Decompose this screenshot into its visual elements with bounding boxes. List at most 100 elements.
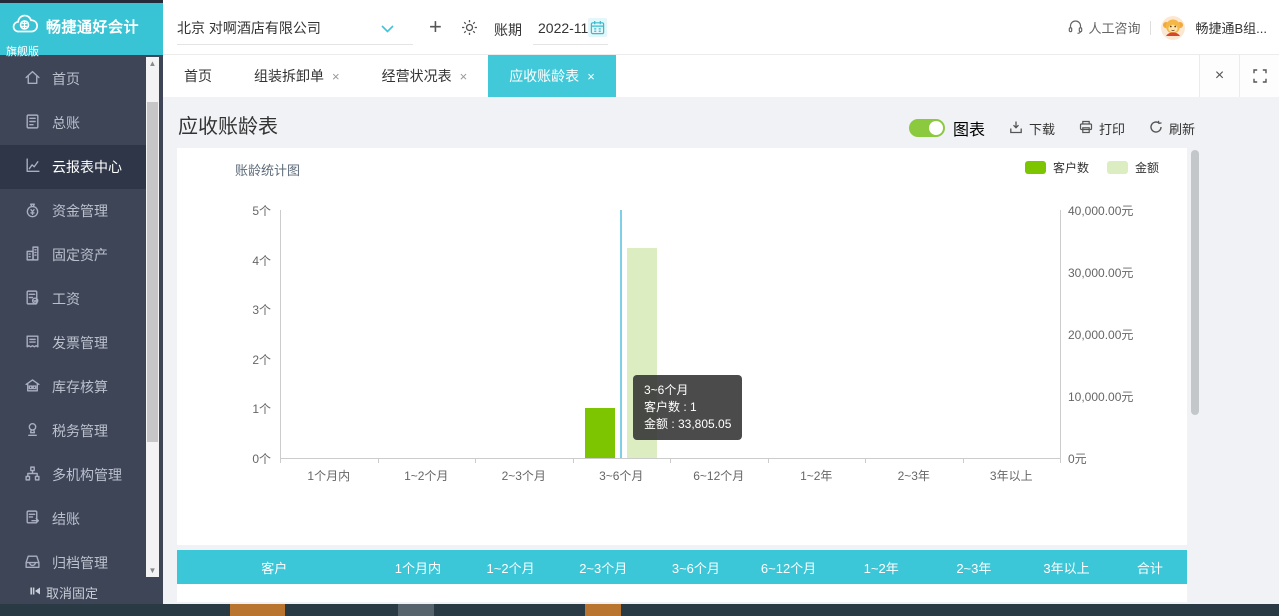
report-center-icon bbox=[24, 157, 41, 177]
add-button[interactable]: + bbox=[429, 14, 442, 40]
sidebar-item-label: 固定资产 bbox=[52, 247, 108, 263]
sidebar-item-总账[interactable]: 总账 bbox=[0, 101, 146, 145]
sidebar-item-发票管理[interactable]: 发票管理 bbox=[0, 321, 146, 365]
tabs: 首页 组装拆卸单 × 经营状况表 × 应收账龄表 × bbox=[163, 55, 616, 97]
sidebar-scroll-thumb[interactable] bbox=[147, 102, 158, 442]
scroll-down-icon[interactable]: ▼ bbox=[146, 564, 159, 577]
avatar[interactable] bbox=[1161, 15, 1186, 40]
table-header-1~2年[interactable]: 1~2年 bbox=[835, 558, 928, 577]
company-name: 北京 对啊酒店有限公司 bbox=[177, 20, 321, 36]
sidebar-item-库存核算[interactable]: 库存核算 bbox=[0, 365, 146, 409]
divider bbox=[1150, 20, 1152, 35]
table-body bbox=[177, 584, 1187, 602]
sidebar-item-工资[interactable]: 工资 bbox=[0, 277, 146, 321]
y-axis-right-tick: 0元 bbox=[1068, 452, 1087, 466]
tooltip-title: 3~6个月 bbox=[644, 383, 689, 397]
x-axis-label: 3年以上 bbox=[989, 469, 1033, 483]
x-axis-tick bbox=[475, 458, 476, 463]
sidebar-item-云报表中心[interactable]: 云报表中心 bbox=[0, 145, 146, 189]
tab-经营状况表[interactable]: 经营状况表 × bbox=[361, 55, 489, 97]
tab-close-icon[interactable]: × bbox=[460, 69, 468, 84]
scroll-up-icon[interactable]: ▲ bbox=[146, 57, 159, 70]
company-selector[interactable]: 北京 对啊酒店有限公司 bbox=[177, 18, 394, 38]
sidebar-item-label: 税务管理 bbox=[52, 423, 108, 439]
tab-组装拆卸单[interactable]: 组装拆卸单 × bbox=[233, 55, 361, 97]
sidebar-item-label: 云报表中心 bbox=[52, 159, 122, 175]
table-header-1个月内[interactable]: 1个月内 bbox=[372, 558, 465, 577]
x-axis-tick bbox=[767, 458, 769, 463]
print-button[interactable]: 打印 bbox=[1079, 119, 1125, 138]
unpin-sidebar-button[interactable]: 取消固定 bbox=[0, 583, 163, 602]
sidebar-item-多机构管理[interactable]: 多机构管理 bbox=[0, 453, 146, 497]
headset-icon bbox=[1068, 19, 1083, 37]
calendar-icon[interactable] bbox=[588, 18, 607, 37]
tab-首页[interactable]: 首页 bbox=[163, 55, 233, 97]
ledger-icon bbox=[24, 113, 41, 133]
fullscreen-icon[interactable] bbox=[1239, 55, 1279, 97]
tab-close-icon[interactable]: × bbox=[332, 69, 340, 84]
username[interactable]: 畅捷通B组... bbox=[1195, 18, 1267, 37]
home-icon bbox=[24, 69, 41, 89]
x-axis-label: 2~3年 bbox=[897, 469, 930, 483]
table-header-2~3年[interactable]: 2~3年 bbox=[928, 558, 1021, 577]
table-header-3~6个月[interactable]: 3~6个月 bbox=[650, 558, 743, 577]
gear-icon[interactable] bbox=[461, 19, 478, 41]
tab-label: 首页 bbox=[184, 68, 212, 84]
sidebar-scrollbar[interactable]: ▲ ▼ bbox=[146, 57, 159, 577]
sidebar-item-固定资产[interactable]: 固定资产 bbox=[0, 233, 146, 277]
close-tab-icon[interactable]: × bbox=[1199, 55, 1239, 97]
sidebar-item-税务管理[interactable]: 税务管理 bbox=[0, 409, 146, 453]
y-axis-left-tick: 4个 bbox=[252, 253, 271, 268]
table-header-合计[interactable]: 合计 bbox=[1113, 558, 1187, 577]
sidebar-item-归档管理[interactable]: 归档管理 bbox=[0, 541, 146, 585]
legend-item-客户数[interactable]: 客户数 bbox=[1024, 159, 1089, 176]
main-content: 应收账龄表 图表 下载 打印 刷新 账龄统计图 客户数 金额 3~6个月 客户数… bbox=[163, 97, 1279, 616]
print-icon bbox=[1079, 120, 1093, 137]
x-axis-tick bbox=[962, 458, 964, 463]
table-header-3年以上[interactable]: 3年以上 bbox=[1020, 558, 1113, 577]
content-scroll-thumb[interactable] bbox=[1191, 150, 1199, 415]
x-axis-label: 3~6个月 bbox=[599, 469, 644, 483]
taskbar-segment bbox=[398, 604, 434, 616]
y-axis-left-line bbox=[280, 210, 281, 458]
support-button[interactable]: 人工咨询 bbox=[1068, 18, 1140, 37]
y-axis-left-tick: 5个 bbox=[252, 204, 271, 218]
sidebar-item-label: 首页 bbox=[52, 71, 80, 87]
legend-item-金额[interactable]: 金额 bbox=[1106, 159, 1159, 176]
period-value[interactable]: 2022-11 bbox=[538, 20, 588, 36]
refresh-label: 刷新 bbox=[1168, 121, 1195, 137]
sidebar-item-label: 资金管理 bbox=[52, 203, 108, 219]
cloud-logo-icon bbox=[10, 12, 40, 41]
table-header-客户[interactable]: 客户 bbox=[177, 558, 372, 577]
sidebar-item-首页[interactable]: 首页 bbox=[0, 57, 146, 101]
topbar-right: 人工咨询 畅捷通B组... bbox=[1068, 0, 1267, 55]
x-axis-tick bbox=[1060, 458, 1061, 463]
brand-logo: 畅捷通好会计 旗舰版 bbox=[0, 0, 163, 58]
tax-icon bbox=[24, 421, 41, 441]
topbar: 北京 对啊酒店有限公司 + 账期 2022-11 人工咨询 畅捷通B组... bbox=[163, 0, 1279, 55]
unpin-label: 取消固定 bbox=[46, 586, 99, 601]
period-label: 账期 bbox=[494, 22, 522, 38]
table-header-1~2个月[interactable]: 1~2个月 bbox=[464, 558, 557, 577]
refresh-button[interactable]: 刷新 bbox=[1149, 119, 1195, 138]
chevron-down-icon bbox=[381, 20, 394, 36]
y-axis-left-tick: 1个 bbox=[252, 402, 271, 417]
download-button[interactable]: 下载 bbox=[1009, 119, 1055, 138]
fixed-assets-icon bbox=[24, 245, 41, 265]
table-header-2~3个月[interactable]: 2~3个月 bbox=[557, 558, 650, 577]
y-axis-right-tick: 30,000.00元 bbox=[1068, 266, 1134, 280]
sidebar-item-资金管理[interactable]: 资金管理 bbox=[0, 189, 146, 233]
chart-toggle[interactable] bbox=[908, 119, 945, 137]
table-header-6~12个月[interactable]: 6~12个月 bbox=[742, 558, 835, 577]
tab-应收账龄表[interactable]: 应收账龄表 × bbox=[488, 55, 616, 97]
chart-bar-客户数[interactable] bbox=[585, 408, 616, 458]
legend-label: 客户数 bbox=[1052, 161, 1089, 175]
sidebar-item-结账[interactable]: 结账 bbox=[0, 497, 146, 541]
sidebar-item-label: 总账 bbox=[52, 115, 80, 131]
tab-close-icon[interactable]: × bbox=[587, 69, 595, 84]
sidebar-item-label: 发票管理 bbox=[52, 335, 108, 351]
support-label: 人工咨询 bbox=[1088, 21, 1141, 36]
period-underline bbox=[533, 44, 608, 45]
y-axis-right-line bbox=[1060, 210, 1061, 458]
company-underline bbox=[177, 44, 413, 45]
